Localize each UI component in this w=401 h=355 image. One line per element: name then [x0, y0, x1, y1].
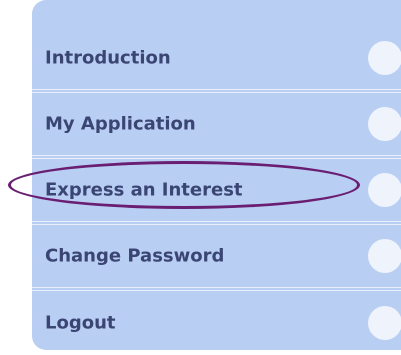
- nav-item-express-an-interest[interactable]: Express an Interest: [32, 158, 401, 222]
- circle-bullet-icon: [368, 40, 401, 75]
- nav-item-change-password[interactable]: Change Password: [32, 224, 401, 288]
- nav-item-label: Logout: [45, 312, 116, 333]
- navigation-menu: Introduction My Application Express an I…: [32, 26, 401, 354]
- nav-item-label: My Application: [45, 113, 196, 135]
- nav-item-my-application[interactable]: My Application: [32, 92, 401, 156]
- stage: Introduction My Application Express an I…: [0, 0, 401, 355]
- nav-item-label: Express an Interest: [45, 179, 243, 201]
- nav-item-logout[interactable]: Logout: [32, 290, 401, 354]
- circle-bullet-icon: [368, 239, 401, 273]
- circle-bullet-icon: [368, 107, 401, 141]
- nav-item-introduction[interactable]: Introduction: [32, 26, 401, 90]
- circle-bullet-icon: [368, 305, 401, 340]
- circle-bullet-icon: [368, 173, 401, 207]
- nav-item-label: Introduction: [45, 47, 171, 68]
- nav-item-label: Change Password: [45, 245, 225, 267]
